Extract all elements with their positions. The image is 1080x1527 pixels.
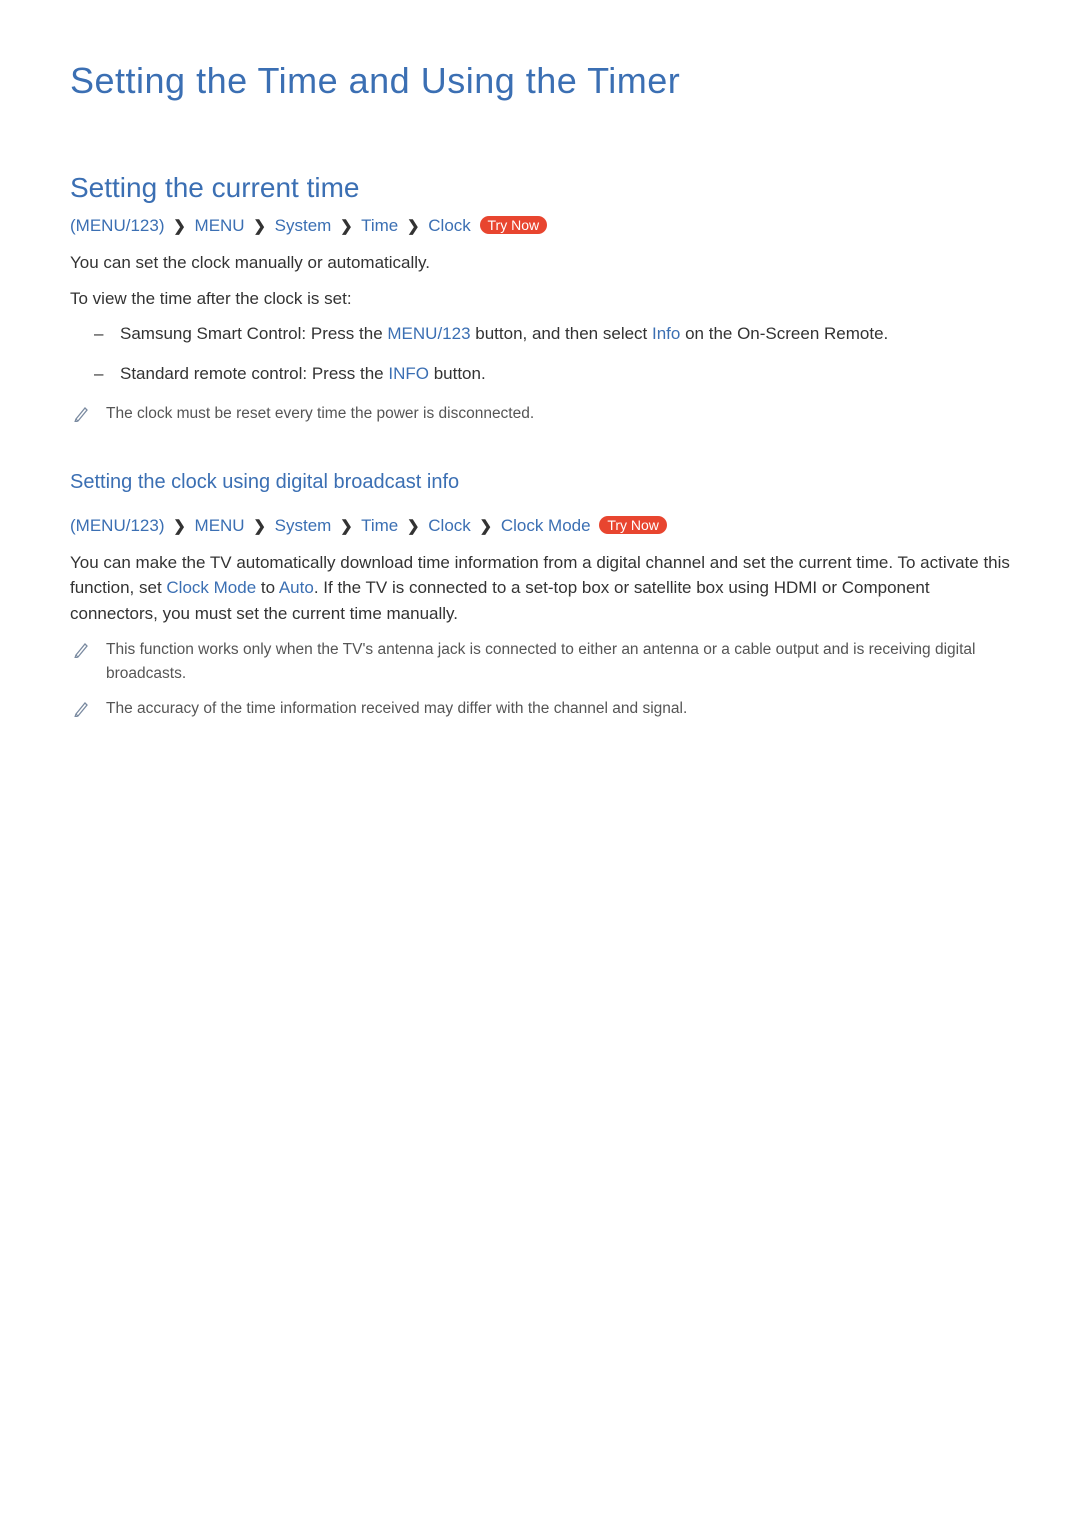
- note-text: The clock must be reset every time the p…: [106, 402, 534, 425]
- breadcrumb-menu123: MENU/123: [76, 516, 159, 535]
- breadcrumb-clock: Clock: [428, 216, 471, 235]
- note: This function works only when the TV's a…: [70, 638, 1010, 685]
- breadcrumb-menu: MENU: [195, 516, 245, 535]
- breadcrumb-system: System: [275, 516, 332, 535]
- pencil-icon: [74, 699, 88, 717]
- note: The clock must be reset every time the p…: [70, 402, 1010, 425]
- pencil-icon: [74, 640, 88, 658]
- inline-link-clock-mode: Clock Mode: [166, 578, 256, 597]
- try-now-badge[interactable]: Try Now: [599, 516, 667, 534]
- breadcrumb-menu123: MENU/123: [76, 216, 159, 235]
- inline-link-auto: Auto: [279, 578, 314, 597]
- chevron-right-icon: ❯: [253, 518, 266, 535]
- chevron-right-icon: ❯: [480, 518, 493, 535]
- breadcrumb-clock: Clock: [428, 516, 471, 535]
- breadcrumb: (MENU/123) ❯ MENU ❯ System ❯ Time ❯ Cloc…: [70, 516, 1010, 536]
- list-text: on the On-Screen Remote.: [680, 324, 888, 343]
- paragraph: To view the time after the clock is set:: [70, 286, 1010, 312]
- note-text: This function works only when the TV's a…: [106, 638, 1010, 685]
- chevron-right-icon: ❯: [407, 218, 420, 235]
- inline-link-menu123: MENU/123: [387, 324, 470, 343]
- paragraph: You can set the clock manually or automa…: [70, 250, 1010, 276]
- chevron-right-icon: ❯: [173, 518, 186, 535]
- inline-link-info: Info: [652, 324, 680, 343]
- breadcrumb-paren-close: ): [159, 216, 165, 235]
- list-item: Samsung Smart Control: Press the MENU/12…: [70, 321, 1010, 347]
- breadcrumb-menu: MENU: [195, 216, 245, 235]
- breadcrumb: (MENU/123) ❯ MENU ❯ System ❯ Time ❯ Cloc…: [70, 216, 1010, 236]
- note: The accuracy of the time information rec…: [70, 697, 1010, 720]
- breadcrumb-time: Time: [361, 216, 398, 235]
- bullet-list: Samsung Smart Control: Press the MENU/12…: [70, 321, 1010, 388]
- section-heading-current-time: Setting the current time: [70, 172, 1010, 204]
- chevron-right-icon: ❯: [173, 218, 186, 235]
- breadcrumb-clock-mode: Clock Mode: [501, 516, 591, 535]
- subsection-heading-digital-broadcast: Setting the clock using digital broadcas…: [70, 471, 1010, 494]
- list-text: Standard remote control: Press the: [120, 364, 388, 383]
- breadcrumb-paren-close: ): [159, 516, 165, 535]
- paragraph-text: to: [256, 578, 279, 597]
- chevron-right-icon: ❯: [340, 218, 353, 235]
- breadcrumb-system: System: [275, 216, 332, 235]
- chevron-right-icon: ❯: [407, 518, 420, 535]
- chevron-right-icon: ❯: [340, 518, 353, 535]
- list-text: Samsung Smart Control: Press the: [120, 324, 387, 343]
- list-item: Standard remote control: Press the INFO …: [70, 361, 1010, 387]
- try-now-badge[interactable]: Try Now: [480, 216, 548, 234]
- list-text: button.: [429, 364, 486, 383]
- breadcrumb-time: Time: [361, 516, 398, 535]
- note-text: The accuracy of the time information rec…: [106, 697, 687, 720]
- pencil-icon: [74, 404, 88, 422]
- page-title: Setting the Time and Using the Timer: [70, 60, 1010, 102]
- paragraph: You can make the TV automatically downlo…: [70, 550, 1010, 627]
- chevron-right-icon: ❯: [253, 218, 266, 235]
- inline-link-info: INFO: [388, 364, 429, 383]
- list-text: button, and then select: [471, 324, 652, 343]
